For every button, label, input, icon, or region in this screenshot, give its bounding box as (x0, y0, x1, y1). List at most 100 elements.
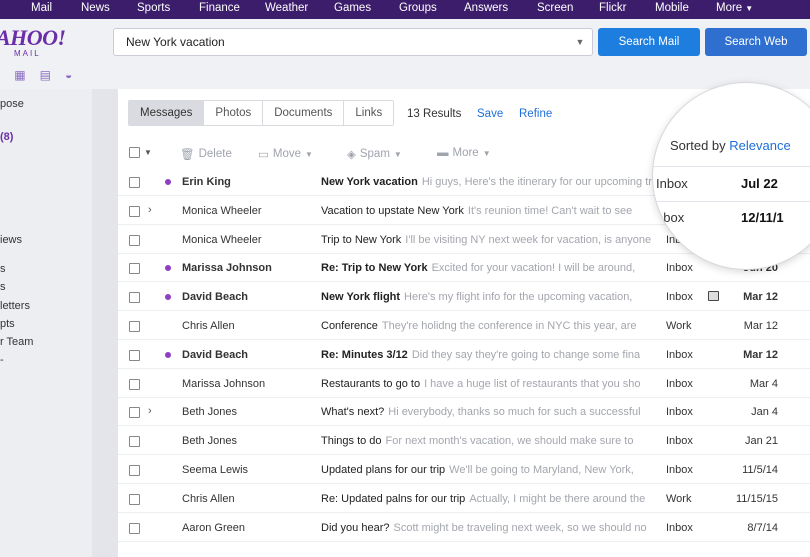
chevron-down-icon: ▼ (305, 149, 313, 159)
row-checkbox[interactable] (129, 205, 140, 217)
nav-item-weather[interactable]: Weather (265, 2, 308, 14)
message-row[interactable]: Beth Jones Things to do For next month's v… (118, 427, 810, 456)
message-row[interactable]: Marissa Johnson Restaurants to go to I hav… (118, 370, 810, 398)
preview-text: It's reunion time! Can't wait to see (467, 204, 633, 217)
sidebar-item[interactable]: pts (0, 318, 15, 330)
date: 8/7/14 (747, 521, 778, 534)
sidebar-item[interactable]: s (0, 281, 6, 293)
preview-text: For next month's vacation, we should mak… (385, 435, 634, 448)
move-button[interactable]: ▭ Move ▼ (258, 147, 313, 161)
row-checkbox[interactable] (129, 321, 140, 332)
notepad-icon[interactable]: ▤ (40, 68, 51, 82)
sidebar-item[interactable]: letters (0, 300, 30, 312)
folder-label: Inbox (666, 291, 693, 304)
tab-photos[interactable]: Photos (204, 101, 264, 125)
sidebar-item[interactable]: - (0, 354, 4, 366)
row-checkbox[interactable] (129, 349, 140, 361)
message-row[interactable]: Chris Allen Conference They're holidng the… (118, 312, 810, 340)
sender-name: Monica Wheeler (182, 233, 262, 246)
sort-relevance-link[interactable]: Relevance (729, 138, 790, 153)
search-web-button[interactable]: Search Web (705, 28, 807, 56)
unread-dot-icon (165, 265, 171, 272)
sender-name: Seema Lewis (182, 464, 249, 476)
tab-documents[interactable]: Documents (263, 101, 345, 125)
more-actions-button[interactable]: ▬ More ▼ (437, 147, 491, 159)
sort-by-control[interactable]: Sorted by Relevance (670, 138, 791, 153)
row-checkbox[interactable] (129, 407, 140, 419)
unread-dot-icon (165, 179, 171, 185)
preview-text: Here's my flight info for the upcoming v… (404, 291, 633, 304)
messenger-icon[interactable]: ◒ (65, 68, 72, 82)
save-search-link[interactable]: Save (477, 108, 503, 120)
nav-label: Sports (137, 2, 171, 14)
preview-text: Actually, I might be there around the (469, 492, 646, 505)
message-row[interactable]: David Beach New York flight Here's my flig… (118, 283, 810, 312)
magnified-row: nbox 12/11/1 (653, 210, 810, 236)
sender-name: Monica Wheeler (182, 204, 262, 217)
move-label: Move (272, 148, 301, 160)
chevron-down-icon[interactable]: ▼ (144, 148, 152, 157)
sidebar-item[interactable]: (8) (0, 131, 13, 143)
tab-messages[interactable]: Messages (129, 101, 205, 125)
message-row[interactable]: Chris Allen Re: Updated palns for our tri… (118, 485, 810, 513)
subject: Re: Updated palns for our trip (321, 492, 466, 505)
folder-label: Inbox (666, 348, 693, 361)
row-checkbox[interactable] (129, 436, 140, 448)
row-checkbox[interactable] (129, 465, 140, 476)
message-row[interactable]: › Beth Jones What's next? Hi everybody, tha… (118, 398, 810, 427)
message-row[interactable]: Seema Lewis Updated plans for our trip We'… (118, 456, 810, 484)
nav-item-screen[interactable]: Screen (537, 2, 573, 14)
date: 11/5/14 (742, 464, 778, 476)
subject-and-preview: Re: Updated palns for our trip Actually, … (321, 493, 653, 505)
row-checkbox[interactable] (129, 177, 140, 188)
row-checkbox[interactable] (129, 378, 140, 390)
nav-label: Screen (537, 2, 574, 14)
chevron-right-icon[interactable]: › (148, 405, 152, 417)
chevron-down-icon[interactable]: ▼ (568, 37, 592, 47)
nav-item-news[interactable]: News (81, 2, 110, 14)
nav-item-finance[interactable]: Finance (199, 2, 240, 14)
sort-by-label: Sorted by (670, 138, 726, 153)
spam-button[interactable]: ◈ Spam ▼ (347, 147, 402, 161)
row-checkbox[interactable] (129, 234, 140, 246)
row-checkbox[interactable] (129, 292, 140, 304)
checkbox[interactable] (129, 147, 140, 158)
preview-text: Did they say they're going to change som… (411, 348, 641, 361)
row-checkbox[interactable] (129, 522, 140, 534)
yahoo-mail-logo[interactable]: AHOO! MAIL (0, 27, 66, 59)
sidebar-item[interactable]: iews (0, 234, 22, 246)
sender-name: David Beach (182, 348, 249, 361)
chevron-right-icon[interactable]: › (148, 204, 152, 216)
nav-item-more[interactable]: More ▼ (716, 2, 753, 14)
image-attachment-icon (708, 291, 719, 302)
subject-and-preview: Re: Trip to New York Excited for your vac… (321, 262, 653, 274)
nav-item-mail[interactable]: Mail (31, 2, 52, 14)
tab-links[interactable]: Links (344, 101, 394, 125)
row-checkbox[interactable] (129, 263, 140, 275)
sidebar-item[interactable]: r Team (0, 336, 33, 348)
sidebar-item[interactable]: pose (0, 98, 24, 110)
sidebar-item[interactable]: s (0, 263, 6, 275)
unread-dot-icon (165, 294, 171, 301)
delete-button[interactable]: 🗑 Delete (180, 147, 232, 161)
nav-item-games[interactable]: Games (334, 2, 371, 14)
sidebar: pose (8) iews s s letters pts r Team - (0, 89, 92, 557)
message-row[interactable]: David Beach Re: Minutes 3/12 Did they say … (118, 341, 810, 369)
magnified-folder: Inbox (656, 176, 688, 191)
nav-item-flickr[interactable]: Flickr (599, 2, 626, 14)
nav-item-mobile[interactable]: Mobile (655, 2, 689, 14)
message-row[interactable]: Aaron Green Did you hear? Scott might be t… (118, 514, 810, 542)
subject: Restaurants to go to (321, 377, 421, 390)
nav-item-answers[interactable]: Answers (464, 2, 508, 14)
select-all-checkbox[interactable]: ▼ (129, 147, 152, 158)
row-checkbox[interactable] (129, 493, 140, 505)
result-type-tabs: Messages Photos Documents Links (128, 100, 395, 126)
nav-item-groups[interactable]: Groups (399, 2, 437, 14)
search-input[interactable]: New York vacation ▼ (113, 28, 593, 56)
search-mail-button[interactable]: Search Mail (598, 28, 700, 56)
calendar-icon[interactable]: ▦ (14, 68, 25, 82)
nav-item-sports[interactable]: Sports (137, 2, 170, 14)
nav-label: Mail (31, 2, 53, 14)
refine-search-link[interactable]: Refine (519, 108, 552, 120)
chevron-down-icon: ▼ (393, 149, 402, 159)
